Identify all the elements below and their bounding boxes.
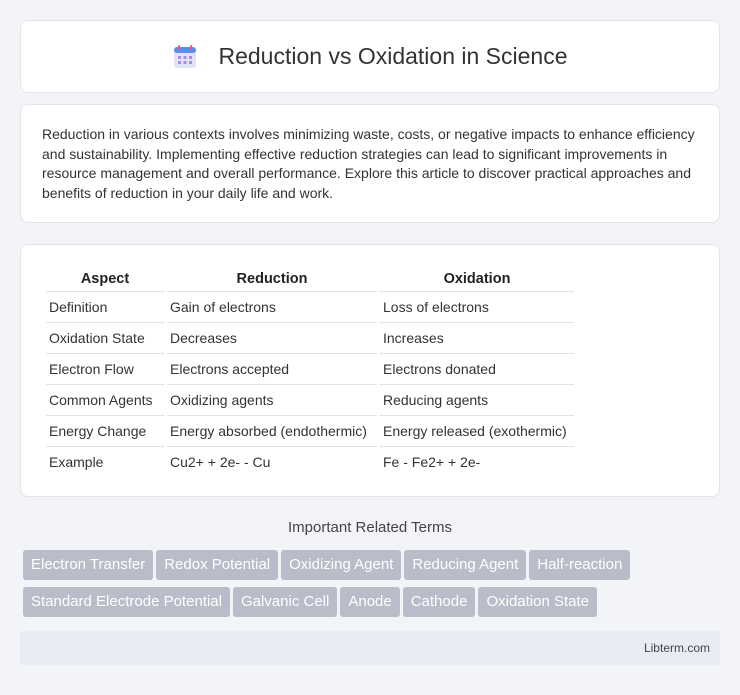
table-cell: Common Agents xyxy=(46,384,164,415)
table-cell: Reducing agents xyxy=(380,384,574,415)
table-header-row: Aspect Reduction Oxidation xyxy=(46,267,574,291)
table-cell: Energy released (exothermic) xyxy=(380,415,574,446)
table-cell: Decreases xyxy=(167,322,377,353)
table-row: Common Agents Oxidizing agents Reducing … xyxy=(46,384,574,415)
table-cell: Energy Change xyxy=(46,415,164,446)
calendar-icon xyxy=(172,44,198,70)
header-reduction: Reduction xyxy=(236,271,308,287)
tag-anode[interactable]: Anode xyxy=(340,587,400,617)
table-row: Oxidation State Decreases Increases xyxy=(46,322,574,353)
table-cell: Energy absorbed (endothermic) xyxy=(167,415,377,446)
header-oxidation: Oxidation xyxy=(443,271,511,287)
table-cell: Fe - Fe2+ + 2e- xyxy=(380,446,574,477)
table-row: Electron Flow Electrons accepted Electro… xyxy=(46,353,574,384)
table-cell: Oxidizing agents xyxy=(167,384,377,415)
tag-oxidizing-agent[interactable]: Oxidizing Agent xyxy=(281,550,402,580)
tag-electron-transfer[interactable]: Electron Transfer xyxy=(23,550,154,580)
table-row: Energy Change Energy absorbed (endotherm… xyxy=(46,415,574,446)
header-aspect: Aspect xyxy=(80,271,130,287)
tag-cathode[interactable]: Cathode xyxy=(402,587,476,617)
intro-card: Reduction in various contexts involves m… xyxy=(20,104,720,223)
tag-half-reaction[interactable]: Half-reaction xyxy=(529,550,631,580)
related-terms-title: Important Related Terms xyxy=(288,519,452,536)
related-terms-tags: Electron Transfer Redox Potential Oxidizin… xyxy=(23,550,723,624)
tag-galvanic-cell[interactable]: Galvanic Cell xyxy=(232,587,338,617)
comparison-table-card: Aspect Reduction Oxidation Definition Ga… xyxy=(20,244,720,497)
header-card: Reduction vs Oxidation in Science xyxy=(20,20,720,93)
tag-reducing-agent[interactable]: Reducing Agent xyxy=(404,550,527,580)
table-cell: Definition xyxy=(46,291,164,322)
table-cell: Electrons accepted xyxy=(167,353,377,384)
table-cell: Oxidation State xyxy=(46,322,164,353)
table-cell: Loss of electrons xyxy=(380,291,574,322)
table-cell: Electron Flow xyxy=(46,353,164,384)
tag-redox-potential[interactable]: Redox Potential xyxy=(156,550,279,580)
table-cell: Example xyxy=(46,446,164,477)
table-cell: Electrons donated xyxy=(380,353,574,384)
tag-oxidation-state[interactable]: Oxidation State xyxy=(478,587,597,617)
table-cell: Cu2+ + 2e- - Cu xyxy=(167,446,377,477)
footer-site-link[interactable]: Libterm.com xyxy=(644,641,710,655)
intro-text: Reduction in various contexts involves m… xyxy=(42,126,695,201)
comparison-table: Aspect Reduction Oxidation Definition Ga… xyxy=(43,267,577,477)
page-title: Reduction vs Oxidation in Science xyxy=(218,43,568,69)
table-cell: Gain of electrons xyxy=(167,291,377,322)
table-row: Example Cu2+ + 2e- - Cu Fe - Fe2+ + 2e- xyxy=(46,446,574,477)
table-row: Definition Gain of electrons Loss of ele… xyxy=(46,291,574,322)
table-cell: Increases xyxy=(380,322,574,353)
footer: Libterm.com xyxy=(20,631,720,665)
tag-standard-electrode-potential[interactable]: Standard Electrode Potential xyxy=(23,587,230,617)
